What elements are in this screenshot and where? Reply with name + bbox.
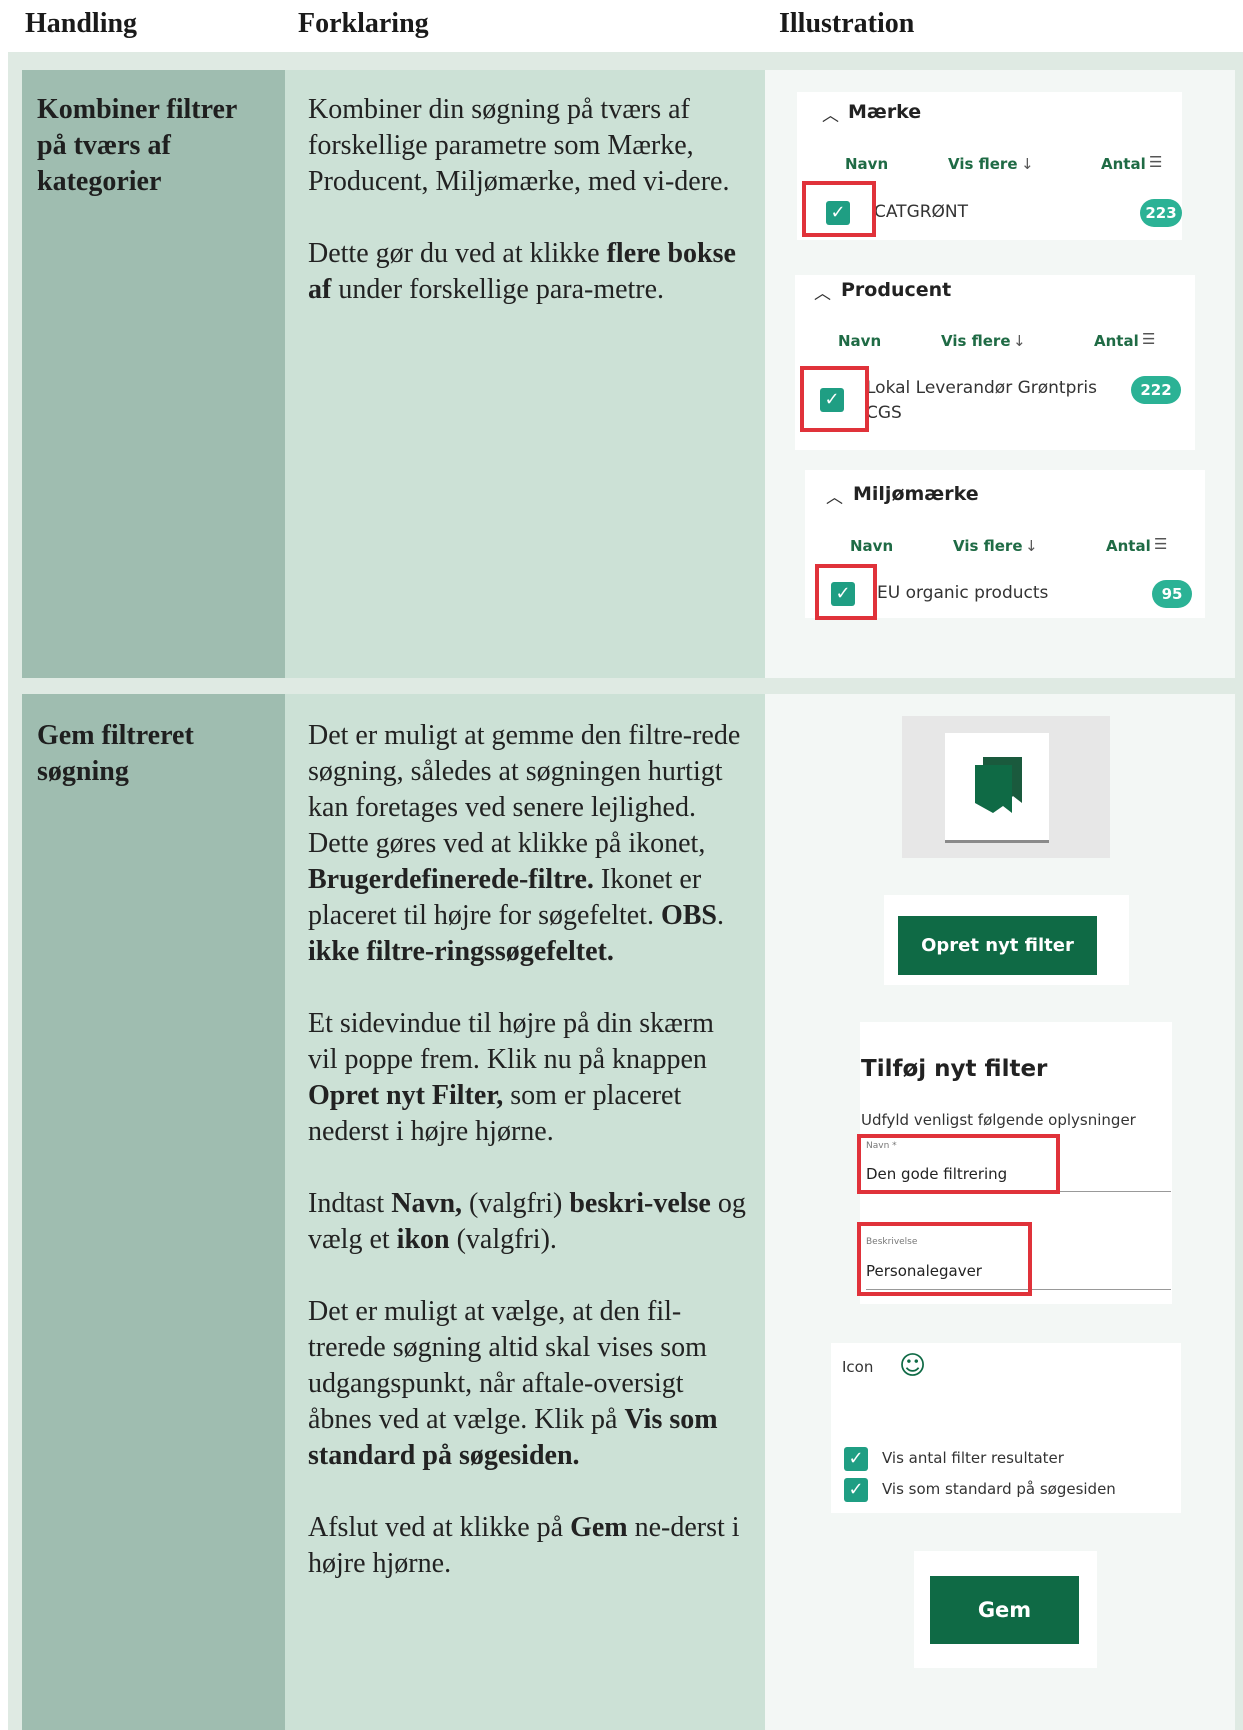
checkbox-checked[interactable]: ✓	[844, 1447, 868, 1471]
filter-title: Mærke	[848, 101, 922, 123]
text-run: .	[716, 900, 724, 931]
filter-item-label: Lokal Leverandør Grøntpris CGS	[866, 378, 1097, 423]
text-run: Dette gør du ved at klikke	[308, 238, 607, 269]
dialog-subtitle: Udfyld venligst følgende oplysninger	[861, 1111, 1136, 1129]
explanation-paragraph: Det er muligt at gemme den filtre-rede s…	[308, 718, 748, 970]
bold-text: ikon	[396, 1224, 450, 1255]
icon-label: Icon	[842, 1358, 874, 1376]
highlight-box	[857, 1134, 1060, 1194]
explanation-paragraph: Et sidevindue til højre på din skærm vil…	[308, 1006, 748, 1150]
show-more-link[interactable]: Vis flere	[948, 155, 1018, 173]
checkbox-label: Vis som standard på søgesiden	[882, 1480, 1116, 1498]
handling-cell	[22, 694, 285, 1730]
text-run: Afslut ved at klikke på	[308, 1512, 571, 1543]
bookmarks-icon	[975, 757, 1022, 813]
chevron-up-icon[interactable]: ︿	[822, 101, 839, 126]
filter-item-label: CATGRØNT	[874, 202, 969, 222]
text-run: under forskellige para-metre.	[331, 274, 665, 305]
count-badge: 223	[1140, 199, 1182, 227]
smiley-icon[interactable]: ☺	[899, 1352, 926, 1380]
sort-icon[interactable]: ☰	[1142, 330, 1155, 348]
text-run: Det er muligt at gemme den filtre-rede s…	[308, 720, 741, 859]
filter-title: Miljømærke	[853, 483, 979, 505]
bold-text: ikke filtre-ringssøgefeltet.	[308, 936, 614, 967]
dialog-title: Tilføj nyt filter	[861, 1056, 1048, 1082]
text-run: Indtast	[308, 1188, 392, 1219]
bold-text: Navn,	[391, 1188, 463, 1219]
bold-text: Gem	[570, 1512, 628, 1543]
explanation-paragraph: Dette gør du ved at klikke flere bokse a…	[308, 236, 748, 308]
count-badge: 95	[1152, 580, 1192, 608]
column-header-illustration: Illustration	[779, 8, 915, 39]
text-run: Et sidevindue til højre på din skærm vil…	[308, 1008, 714, 1075]
highlight-box	[857, 1222, 1032, 1296]
bold-text: Brugerdefinerede-filtre.	[308, 864, 594, 895]
column-count: Antal	[1106, 537, 1151, 555]
text-run: (valgfri).	[449, 1224, 557, 1255]
bold-text: Opret nyt Filter,	[308, 1080, 504, 1111]
explanation-text: Det er muligt at gemme den filtre-rede s…	[308, 718, 748, 1618]
filter-title: Producent	[841, 279, 952, 301]
filter-item-label: EU organic products	[877, 583, 1049, 603]
explanation-text: Kombiner din søgning på tværs af forskel…	[308, 92, 748, 344]
bold-text: beskri-velse	[569, 1188, 711, 1219]
custom-filters-button[interactable]	[945, 733, 1049, 843]
show-more-link[interactable]: Vis flere	[953, 537, 1023, 555]
column-count: Antal	[1094, 332, 1139, 350]
explanation-paragraph: Det er muligt at vælge, at den fil-trere…	[308, 1294, 748, 1474]
arrow-down-icon[interactable]: ↓	[1021, 155, 1034, 173]
column-name: Navn	[845, 155, 889, 173]
chevron-up-icon[interactable]: ︿	[826, 483, 843, 508]
count-badge: 222	[1131, 376, 1181, 404]
show-more-link[interactable]: Vis flere	[941, 332, 1011, 350]
explanation-paragraph: Kombiner din søgning på tværs af forskel…	[308, 92, 748, 200]
column-name: Navn	[850, 537, 894, 555]
column-name: Navn	[838, 332, 882, 350]
highlight-box	[815, 564, 877, 620]
save-button[interactable]: Gem	[930, 1576, 1079, 1644]
arrow-down-icon[interactable]: ↓	[1025, 537, 1038, 555]
bold-text: OBS	[660, 900, 717, 931]
column-count: Antal	[1101, 155, 1146, 173]
column-header-forklaring: Forklaring	[298, 8, 429, 39]
text-run: (valgfri)	[462, 1188, 570, 1219]
explanation-paragraph: Afslut ved at klikke på Gem ne-derst i h…	[308, 1510, 748, 1582]
chevron-up-icon[interactable]: ︿	[814, 279, 831, 304]
highlight-box	[800, 366, 869, 432]
column-header-handling: Handling	[25, 8, 138, 39]
explanation-paragraph: Indtast Navn, (valgfri) beskri-velse og …	[308, 1186, 748, 1258]
highlight-box	[802, 181, 876, 237]
checkbox-label: Vis antal filter resultater	[882, 1449, 1064, 1467]
create-filter-button[interactable]: Opret nyt filter	[898, 916, 1097, 975]
checkbox-checked[interactable]: ✓	[844, 1478, 868, 1502]
arrow-down-icon[interactable]: ↓	[1013, 332, 1026, 350]
sort-icon[interactable]: ☰	[1154, 535, 1167, 553]
text-run: Kombiner din søgning på tværs af forskel…	[308, 94, 730, 197]
sort-icon[interactable]: ☰	[1149, 153, 1162, 171]
action-title: Kombiner filtrer på tværs af kategorier	[37, 94, 237, 197]
action-title: Gem filtreret søgning	[37, 720, 194, 787]
